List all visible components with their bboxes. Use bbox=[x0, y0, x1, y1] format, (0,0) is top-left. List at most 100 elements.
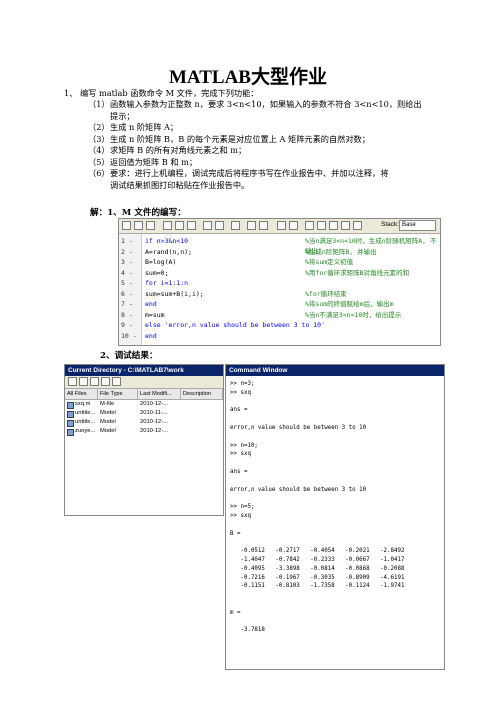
line-number: 5 - bbox=[121, 279, 133, 287]
function-icon[interactable] bbox=[259, 221, 268, 230]
task-item-text: 要求：进行上机编程，调试完成后将程序书写在作业报告中、并加以注释，将 bbox=[110, 168, 389, 178]
code-text: end bbox=[145, 300, 157, 308]
code-line[interactable]: 5 - for i=1:1:n bbox=[119, 278, 440, 288]
command-output-line: B = bbox=[230, 530, 241, 537]
task-item-text: 提示； bbox=[110, 110, 135, 121]
continue-icon[interactable] bbox=[341, 221, 350, 230]
task-item: （4）求矩阵 B 的所有对角线元素之和 m； bbox=[88, 145, 246, 155]
file-name: untitle... bbox=[75, 410, 96, 416]
task-item-number: （4） bbox=[88, 145, 110, 155]
editor-toolbar: Stack: Base bbox=[119, 219, 440, 234]
file-type: Model bbox=[100, 410, 116, 416]
new-folder-icon[interactable] bbox=[79, 377, 88, 386]
column-all-files[interactable]: All Files bbox=[65, 389, 98, 399]
command-output-line: error,n value should be between 3 to 10 bbox=[230, 425, 367, 431]
file-icon bbox=[67, 429, 74, 436]
task-item-text: 函数输入参数为正整数 n，要求 3<n<10，如果输入的参数不符合 3<n<10… bbox=[110, 99, 422, 109]
file-list-header: All Files File Type Last Modifi... Descr… bbox=[65, 389, 223, 400]
file-row[interactable]: untitle... Model 2010-11-... bbox=[65, 409, 223, 418]
code-text: m=sum bbox=[145, 310, 165, 319]
copy-icon[interactable] bbox=[175, 221, 184, 230]
task-item-number: （6） bbox=[88, 168, 110, 178]
current-directory-toolbar bbox=[65, 376, 223, 389]
open-file-icon[interactable] bbox=[134, 221, 143, 230]
file-type: M-file bbox=[100, 401, 115, 407]
code-line[interactable]: 7 - end %将sum的终值赋给m后，输出m bbox=[119, 299, 440, 309]
code-line[interactable]: 2 - A=rand(n,n); %生成n阶矩阵B, 并输出 bbox=[119, 247, 440, 257]
command-output-line: -0.4095 -3.3898 -0.0814 -0.0868 -0.2088 bbox=[230, 565, 405, 572]
step-icon[interactable] bbox=[305, 221, 314, 230]
breakpoint-icon[interactable] bbox=[277, 221, 286, 230]
cut-icon[interactable] bbox=[163, 221, 172, 230]
code-line[interactable]: 8 - m=sum %当n不满足3<n<10时，给出提示 bbox=[119, 310, 440, 320]
step-in-icon[interactable] bbox=[317, 221, 326, 230]
code-line[interactable]: 4 - sum=0; %用for循环求矩阵B对角线元素的和 bbox=[119, 268, 440, 278]
stack-label: Stack: bbox=[381, 221, 400, 228]
refresh-icon[interactable] bbox=[101, 377, 110, 386]
task-item-number: （1） bbox=[88, 99, 110, 109]
save-icon[interactable] bbox=[146, 221, 155, 230]
task-item: 提示； bbox=[88, 111, 135, 121]
code-line[interactable]: 6 - sum=sum+B(i,i); %for循环结束 bbox=[119, 289, 440, 299]
code-comment: %用for循环求矩阵B对角线元素的和 bbox=[305, 268, 410, 277]
command-output-line: -1.4047 -0.7842 -0.2333 -0.0667 -1.0417 bbox=[230, 557, 405, 563]
print-icon[interactable] bbox=[231, 221, 240, 230]
stack-select[interactable]: Base bbox=[399, 220, 436, 231]
current-directory-panel: Current Directory - C:\MATLAB7\work All … bbox=[64, 364, 224, 516]
column-description[interactable]: Description bbox=[181, 389, 223, 399]
line-number: 3 - bbox=[121, 258, 133, 266]
task-item-number: （2） bbox=[88, 122, 110, 132]
current-directory-title: Current Directory - C:\MATLAB7\work bbox=[65, 365, 223, 376]
code-text: sum=sum+B(i,i); bbox=[145, 289, 204, 298]
command-output-line: >> sxq bbox=[230, 389, 251, 396]
task-item: （1）函数输入参数为正整数 n，要求 3<n<10，如果输入的参数不符合 3<n… bbox=[88, 99, 422, 109]
task-item: （3）生成 n 阶矩阵 B，B 的每个元素是对应位置上 A 矩阵元素的自然对数； bbox=[88, 134, 370, 144]
task-item-number: （5） bbox=[88, 156, 110, 167]
code-text: for i=1:1:n bbox=[145, 279, 189, 287]
line-number: 9 - bbox=[121, 321, 133, 329]
find-icon[interactable] bbox=[247, 221, 256, 230]
code-line[interactable]: 10 - end bbox=[119, 331, 440, 341]
command-output-line: >> sxq bbox=[230, 513, 251, 519]
clear-breakpoints-icon[interactable] bbox=[289, 221, 298, 230]
find-files-icon[interactable] bbox=[90, 377, 99, 386]
code-line[interactable]: 3 - B=log(A) %将sum定义初值 bbox=[119, 257, 440, 267]
task-item-text: 求矩阵 B 的所有对角线元素之和 m； bbox=[110, 145, 247, 155]
task-intro: 1、 编写 matlab 函数命令 M 文件，完成下列功能： bbox=[64, 88, 259, 98]
command-output-line: >> n=10; bbox=[230, 442, 258, 449]
file-icon bbox=[67, 411, 74, 418]
options-icon[interactable] bbox=[112, 377, 121, 386]
code-line[interactable]: 9 - else 'error,n value should be between… bbox=[119, 320, 440, 330]
code-comment: %for循环结束 bbox=[305, 289, 347, 298]
task-item: 调试结果抓图打印粘贴在作业报告中。 bbox=[88, 180, 249, 190]
task-item: （5）返回值为矩阵 B 和 m； bbox=[88, 157, 197, 167]
code-text: A=rand(n,n); bbox=[145, 247, 192, 256]
file-row[interactable]: zuoye... Model 2010-12-... bbox=[65, 427, 223, 436]
step-out-icon[interactable] bbox=[329, 221, 338, 230]
code-text: sum=0; bbox=[145, 268, 169, 277]
command-window-title: Command Window bbox=[226, 365, 444, 376]
file-modified: 2010-11-... bbox=[140, 410, 168, 416]
file-modified: 2010-12-... bbox=[140, 401, 169, 407]
task-item: （6）要求：进行上机编程，调试完成后将程序书写在作业报告中、并加以注释，将 bbox=[88, 168, 388, 178]
command-window[interactable]: Command Window >> n=3; >> sxq ans = error,n… bbox=[225, 364, 445, 670]
column-file-type[interactable]: File Type bbox=[98, 389, 138, 399]
column-last-modified[interactable]: Last Modifi... bbox=[138, 389, 181, 399]
redo-icon[interactable] bbox=[215, 221, 224, 230]
file-row[interactable]: untitle... Model 2010-12-... bbox=[65, 418, 223, 427]
file-modified: 2010-12-... bbox=[140, 419, 169, 425]
file-row[interactable]: sxq.m M-file 2010-12-... bbox=[65, 400, 223, 409]
command-output-line: >> n=3; bbox=[230, 381, 255, 387]
file-icon bbox=[67, 402, 74, 409]
code-comment: %当n不满足3<n<10时，给出提示 bbox=[305, 310, 402, 319]
task-item-text: 生成 n 阶矩阵 B，B 的每个元素是对应位置上 A 矩阵元素的自然对数； bbox=[110, 133, 370, 144]
new-file-icon[interactable] bbox=[122, 221, 131, 230]
file-type: Model bbox=[100, 419, 116, 425]
code-line[interactable]: 1 - if n>3&n<10 %当n满足3<n<10时，生成n阶随机矩阵A, 不输… bbox=[119, 236, 440, 255]
undo-icon[interactable] bbox=[203, 221, 212, 230]
paste-icon[interactable] bbox=[187, 221, 196, 230]
up-folder-icon[interactable] bbox=[68, 377, 77, 386]
command-output-line: >> sxq bbox=[230, 451, 251, 458]
command-output-line: -3.7818 bbox=[230, 627, 265, 634]
exit-debug-icon[interactable] bbox=[353, 221, 362, 230]
